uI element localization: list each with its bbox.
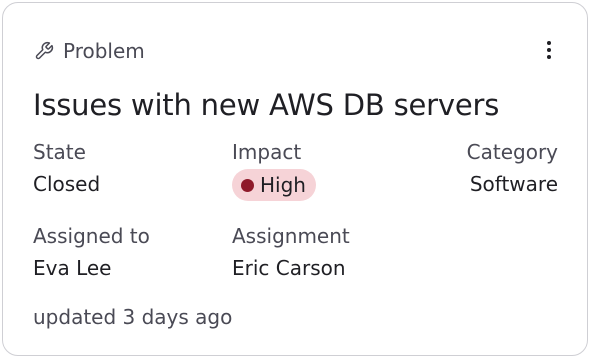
updated-timestamp: updated 3 days ago	[33, 305, 233, 329]
assigned-to-label: Assigned to	[33, 224, 150, 248]
more-vertical-icon-dot-3	[547, 55, 551, 59]
wrench-icon	[33, 40, 55, 62]
impact-label: Impact	[232, 140, 302, 164]
problem-card[interactable]: Problem Issues with new AWS DB servers S…	[2, 2, 588, 356]
card-header: Problem	[33, 39, 145, 63]
assigned-to-value: Eva Lee	[33, 256, 112, 280]
card-title[interactable]: Issues with new AWS DB servers	[33, 86, 499, 124]
category-value: Software	[469, 172, 558, 196]
impact-status-dot-icon	[241, 178, 254, 192]
state-value: Closed	[33, 172, 101, 196]
more-vertical-icon	[547, 41, 551, 45]
state-label: State	[33, 140, 86, 164]
more-options-button[interactable]	[539, 38, 559, 62]
impact-badge: High	[232, 169, 316, 201]
more-vertical-icon-dot-2	[547, 48, 551, 52]
record-type-label: Problem	[63, 39, 145, 63]
category-label: Category	[466, 140, 558, 164]
assignment-label: Assignment	[232, 224, 350, 248]
impact-value: High	[260, 173, 306, 197]
assignment-value: Eric Carson	[232, 256, 346, 280]
